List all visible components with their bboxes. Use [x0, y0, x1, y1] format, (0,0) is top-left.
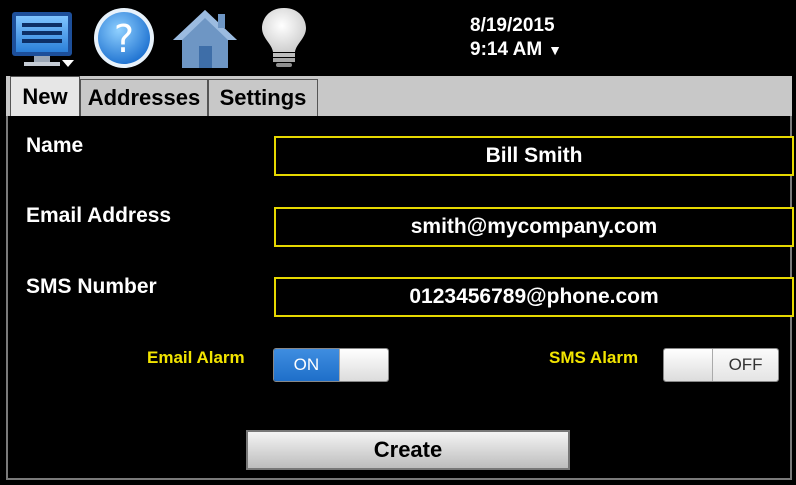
time-text: 9:14 AM — [470, 39, 543, 60]
tab-new[interactable]: New — [10, 76, 80, 116]
chevron-down-icon[interactable]: ▼ — [548, 42, 562, 58]
email-alarm-label: Email Alarm — [147, 348, 245, 367]
toggle-off-label: OFF — [713, 349, 778, 381]
sms-alarm-toggle[interactable]: OFF — [663, 348, 779, 382]
toggle-knob — [664, 349, 714, 381]
time-row: 9:14 AM ▼ — [470, 38, 562, 62]
create-button[interactable]: Create — [246, 430, 570, 470]
new-contact-panel: Name Bill Smith Email Address smith@myco… — [6, 116, 794, 480]
home-icon[interactable] — [170, 6, 240, 70]
email-address-label: Email Address — [26, 204, 172, 227]
svg-text:?: ? — [114, 17, 134, 61]
email-alarm-toggle[interactable]: ON — [273, 348, 389, 382]
top-toolbar: ? 8/19/2015 9:14 AM ▼ — [0, 0, 796, 76]
email-address-field[interactable]: smith@mycompany.com — [274, 207, 794, 247]
sms-number-field[interactable]: 0123456789@phone.com — [274, 277, 794, 317]
date-time-display[interactable]: 8/19/2015 9:14 AM ▼ — [470, 14, 562, 62]
lightbulb-icon[interactable] — [256, 6, 312, 70]
monitor-menu-icon[interactable] — [10, 6, 78, 70]
tab-strip: New Addresses Settings — [6, 76, 792, 116]
name-field[interactable]: Bill Smith — [274, 136, 794, 176]
toggle-on-label: ON — [274, 349, 339, 381]
hmi-screen: ? 8/19/2015 9:14 AM ▼ New Addresses Sett… — [0, 0, 796, 485]
sms-alarm-label: SMS Alarm — [549, 348, 639, 367]
name-label: Name — [26, 134, 84, 157]
date-text: 8/19/2015 — [470, 15, 555, 36]
tab-addresses[interactable]: Addresses — [80, 79, 208, 116]
tab-settings[interactable]: Settings — [208, 79, 318, 116]
sms-number-label: SMS Number — [26, 275, 157, 298]
help-icon[interactable]: ? — [92, 6, 156, 70]
toggle-knob — [338, 349, 388, 381]
